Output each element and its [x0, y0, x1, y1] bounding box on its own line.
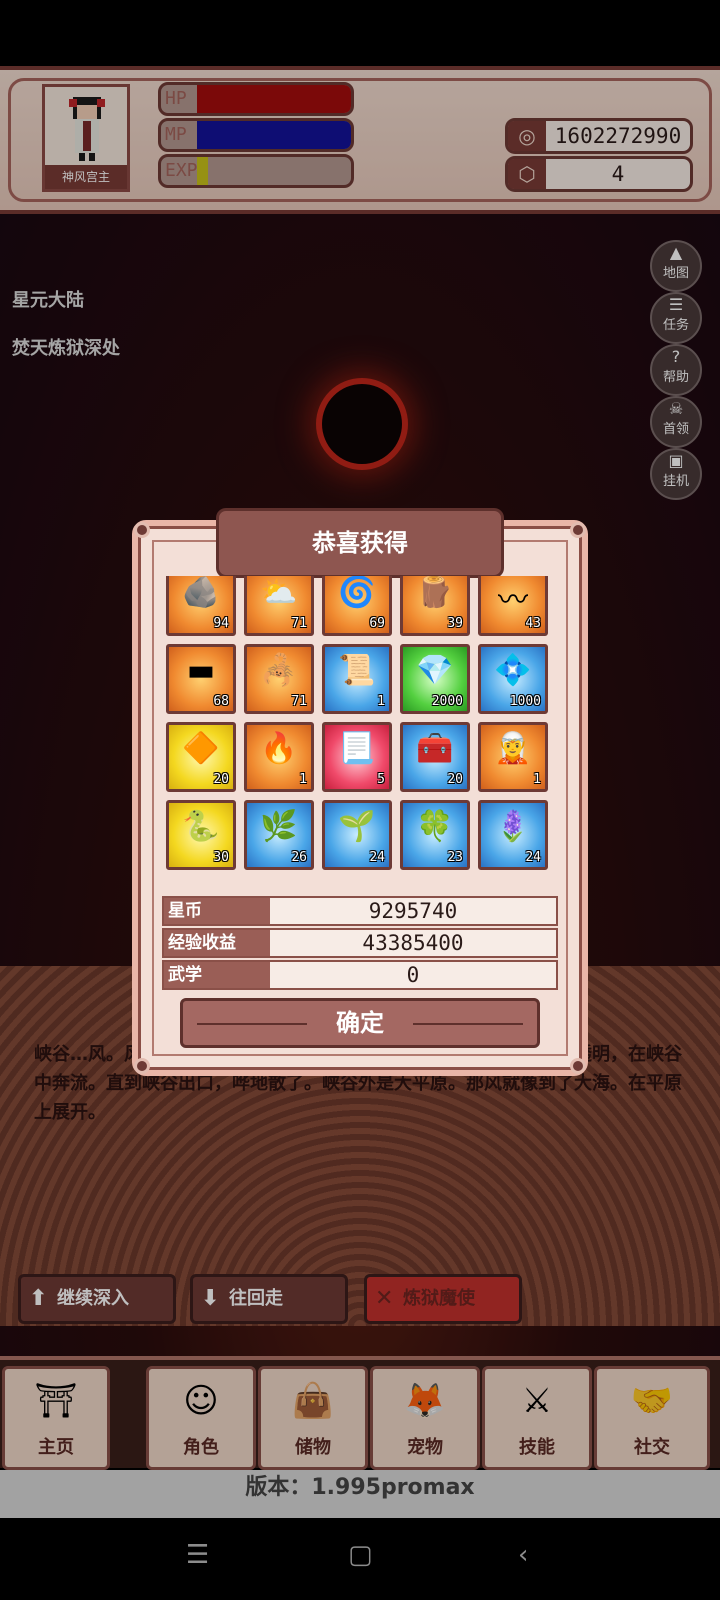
reward-item[interactable]: 🪨 94 [166, 576, 236, 636]
dialog-title: 恭喜获得 [216, 508, 504, 578]
reward-item-count: 1 [299, 772, 307, 787]
corner-stud-icon [134, 1058, 150, 1074]
reward-item[interactable]: 🔶 20 [166, 722, 236, 792]
reward-item-icon: 🌀 [338, 576, 376, 610]
reward-item-count: 68 [213, 694, 229, 709]
reward-item[interactable]: 💠 1000 [478, 644, 548, 714]
reward-row-exp: 经验收益 43385400 [162, 928, 558, 958]
reward-item-count: 69 [369, 616, 385, 631]
reward-item[interactable]: 🪵 39 [400, 576, 470, 636]
reward-item-count: 20 [447, 772, 463, 787]
reward-item-icon: ⛅ [260, 576, 298, 610]
reward-item-icon: 🧝 [494, 731, 532, 766]
reward-item-icon: 📜 [338, 653, 376, 688]
reward-item-icon: 🔶 [182, 731, 220, 766]
reward-item[interactable]: 🐍 30 [166, 800, 236, 870]
reward-item[interactable]: 🪻 24 [478, 800, 548, 870]
reward-item-icon: 🪻 [494, 809, 532, 844]
reward-item-icon: 🧰 [416, 731, 454, 766]
reward-item-count: 71 [291, 616, 307, 631]
exp-label: EXP [165, 160, 198, 181]
reward-item-icon: 💠 [494, 653, 532, 688]
reward-row-martial: 武学 0 [162, 960, 558, 990]
reward-row-value: 43385400 [362, 931, 464, 955]
reward-row-value: 0 [406, 963, 420, 987]
reward-item-count: 94 [213, 616, 229, 631]
reward-grid: 🪨 94 ⛅ 71 🌀 69 🪵 39 〰 43 ▬ 68 🦂 71 📜 1 💎 2000 💠 1000 🔶 20 🔥 1 📃 5… [166, 576, 558, 888]
reward-row-key: 经验收益 [164, 930, 270, 956]
reward-item-count: 30 [213, 850, 229, 865]
reward-item-icon: 📃 [338, 731, 376, 766]
corner-stud-icon [134, 522, 150, 538]
divider-line [197, 1023, 307, 1025]
reward-item[interactable]: 📜 1 [322, 644, 392, 714]
reward-item-count: 26 [291, 850, 307, 865]
reward-item-icon: 🪵 [416, 576, 454, 610]
reward-item-count: 1 [377, 694, 385, 709]
reward-item-icon: 🍀 [416, 809, 454, 844]
reward-item-count: 39 [447, 616, 463, 631]
hp-label: HP [165, 88, 187, 109]
reward-item[interactable]: 📃 5 [322, 722, 392, 792]
reward-item-icon: 💎 [416, 653, 454, 688]
reward-item-icon: 〰 [498, 583, 528, 618]
reward-item-icon: 🐍 [182, 809, 220, 844]
reward-item-count: 2000 [431, 694, 463, 709]
confirm-button[interactable]: 确定 [180, 998, 540, 1048]
reward-item[interactable]: 🌿 26 [244, 800, 314, 870]
reward-item-count: 20 [213, 772, 229, 787]
reward-item-count: 24 [369, 850, 385, 865]
reward-item[interactable]: 🌀 69 [322, 576, 392, 636]
mp-label: MP [165, 124, 187, 145]
reward-item-icon: ▬ [186, 653, 216, 688]
reward-item[interactable]: 🌱 24 [322, 800, 392, 870]
reward-row-value: 9295740 [368, 899, 458, 923]
reward-item[interactable]: ⛅ 71 [244, 576, 314, 636]
reward-item[interactable]: 🔥 1 [244, 722, 314, 792]
reward-item-count: 24 [525, 850, 541, 865]
reward-item-count: 43 [525, 616, 541, 631]
corner-stud-icon [570, 1058, 586, 1074]
reward-item-icon: 🦂 [260, 653, 298, 688]
reward-item-count: 5 [377, 772, 385, 787]
reward-item[interactable]: 💎 2000 [400, 644, 470, 714]
confirm-label: 确定 [336, 1009, 384, 1037]
reward-item-icon: 🌱 [338, 809, 376, 844]
reward-row-key: 星币 [164, 898, 270, 924]
reward-item[interactable]: 〰 43 [478, 576, 548, 636]
corner-stud-icon [570, 522, 586, 538]
reward-item[interactable]: 🧰 20 [400, 722, 470, 792]
reward-item-count: 1 [533, 772, 541, 787]
reward-row-coins: 星币 9295740 [162, 896, 558, 926]
reward-item-count: 23 [447, 850, 463, 865]
reward-item-icon: 🔥 [260, 731, 298, 766]
reward-item[interactable]: ▬ 68 [166, 644, 236, 714]
reward-row-key: 武学 [164, 962, 270, 988]
reward-item[interactable]: 🍀 23 [400, 800, 470, 870]
reward-item-icon: 🌿 [260, 809, 298, 844]
reward-item-count: 1000 [509, 694, 541, 709]
reward-item[interactable]: 🧝 1 [478, 722, 548, 792]
reward-item-icon: 🪨 [182, 576, 220, 610]
reward-item-count: 71 [291, 694, 307, 709]
divider-line [413, 1023, 523, 1025]
reward-item[interactable]: 🦂 71 [244, 644, 314, 714]
